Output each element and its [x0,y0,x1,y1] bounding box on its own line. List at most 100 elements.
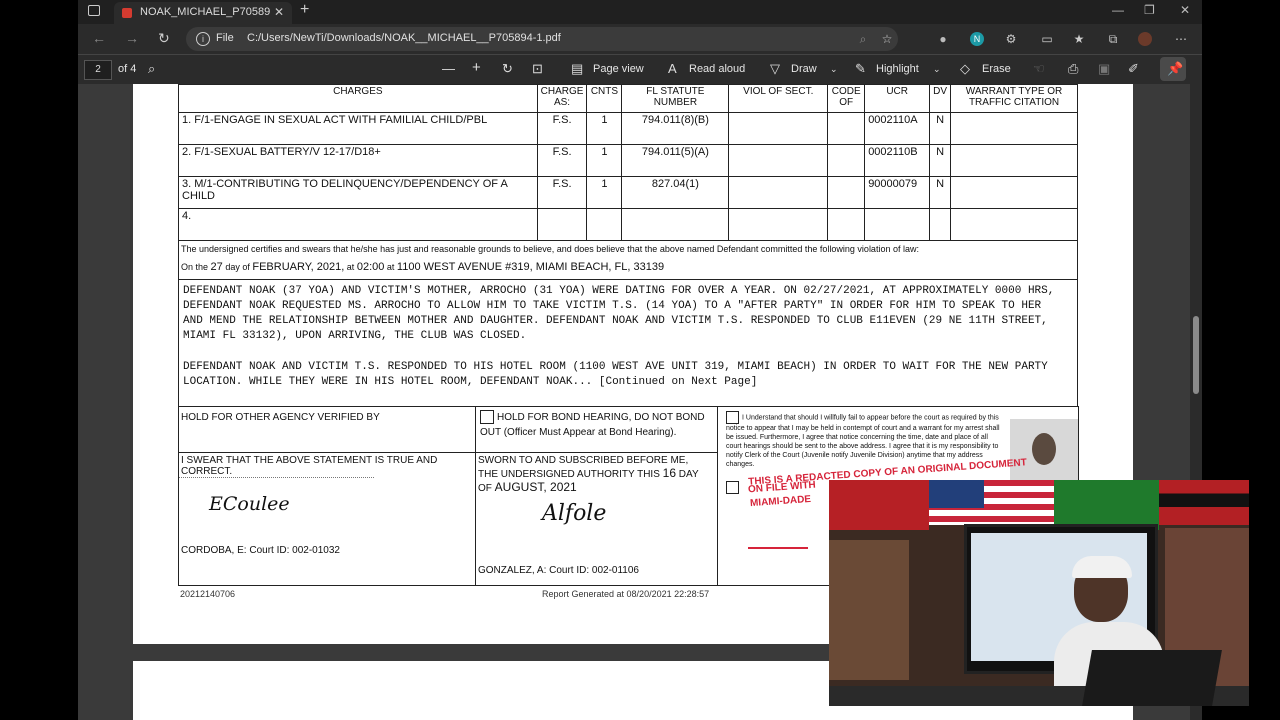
fit-page-icon[interactable]: ⊡ [532,61,543,77]
address-file-label: File [216,32,234,44]
warrant [950,176,1078,209]
viol [728,112,829,145]
table-row: 1. F/1-ENGAGE IN SEXUAL ACT WITH FAMILIA… [178,112,1078,145]
save-as-icon[interactable]: ✐ [1128,61,1139,77]
forward-icon[interactable]: → [125,30,139,46]
tab-title: NOAK_MICHAEL_P705894-1.p [140,6,270,18]
viol [728,144,829,177]
extension-circle-icon[interactable]: ● [936,32,950,46]
notice-checkbox[interactable] [726,411,739,424]
offense-location: 1100 WEST AVENUE #319, MIAMI BEACH, FL, … [396,261,665,273]
notice-checkbox-2[interactable] [726,481,739,494]
moroccan-flag [829,480,929,530]
search-icon[interactable]: ⌕ [148,61,155,77]
erase-button[interactable]: Erase [982,63,1011,75]
hold-agency-box: HOLD FOR OTHER AGENCY VERIFIED BY [178,406,476,453]
counts: 1 [586,144,623,177]
erase-icon[interactable]: ◇ [960,61,970,77]
red-black-flag [1159,480,1249,525]
scrollbar-thumb[interactable] [1193,316,1199,394]
tab-strip: NOAK_MICHAEL_P705894-1.p ✕ + — ❐ ✕ [78,0,1202,24]
warrant [950,208,1078,241]
read-aloud-icon[interactable]: A [668,61,677,76]
collections-icon[interactable]: ⧉ [1106,32,1120,46]
charge-text: 3. M/1-CONTRIBUTING TO DELINQUENCY/DEPEN… [178,176,538,209]
highlight-icon[interactable]: ✎ [855,61,866,77]
extensions-icon[interactable]: ⚙ [1004,32,1018,46]
offense-date-line: On the 27 day of FEBRUARY, 2021, at 02:0… [181,261,664,273]
address-bar[interactable]: i File C:/Users/NewTi/Downloads/NOAK__MI… [186,27,898,51]
profile-avatar[interactable] [1138,32,1152,46]
favorite-add-icon[interactable]: ☆ [880,32,894,46]
officer-sign-box: I SWEAR THAT THE ABOVE STATEMENT IS TRUE… [178,452,476,586]
minimize-button[interactable]: — [1112,3,1124,17]
page-view-icon[interactable]: ▤ [571,61,583,77]
print-icon[interactable]: ⎙ [1068,61,1078,77]
code [827,208,866,241]
dv: N [929,176,952,209]
header-charge-as: CHARGE AS: [536,84,588,113]
code [827,112,866,145]
hold-bond-checkbox[interactable] [480,410,494,425]
header-code: CODE OF [827,84,866,113]
officer-name: CORDOBA, E: Court ID: 002-01032 [181,545,340,556]
table-row: 4. [178,208,1078,241]
on-the-label: On the [181,262,209,272]
extension-n-icon[interactable]: N [970,32,984,46]
officer-signature: ECoulee [209,493,290,515]
draw-button[interactable]: Draw [791,63,817,75]
counts [586,208,623,241]
header-charges: CHARGES [178,84,538,113]
white-cap [1072,556,1132,578]
info-icon[interactable]: i [196,32,210,46]
more-menu-icon[interactable]: ⋯ [1174,32,1188,46]
offense-time: 02:00 [356,261,385,273]
touch-icon[interactable]: ☜ [1033,61,1045,77]
save-icon[interactable]: ▣ [1098,61,1110,77]
pin-icon: 📌 [1167,61,1184,76]
rotate-icon[interactable]: ↻ [502,61,513,77]
zoom-out-button[interactable]: — [442,61,455,76]
zoom-in-button[interactable]: + [472,59,481,76]
warrant [950,144,1078,177]
offense-month-year: FEBRUARY, 2021, [252,261,345,273]
charge-as: F.S. [536,112,588,145]
tab-close-icon[interactable]: ✕ [274,5,284,19]
narrative-paragraph-2: DEFENDANT NOAK AND VICTIM T.S. RESPONDED… [183,361,1048,388]
charge-text: 2. F/1-SEXUAL BATTERY/V 12-17/D18+ [178,144,538,177]
warrant [950,112,1078,145]
header-warrant: WARRANT TYPE OR TRAFFIC CITATION [950,84,1078,113]
tab-actions-icon[interactable] [88,5,100,16]
header-ucr: UCR [864,84,931,113]
page-number-input[interactable]: 2 [84,60,112,80]
defendant-photo [1010,419,1078,489]
counts: 1 [586,112,623,145]
zoom-icon[interactable]: ⌕ [856,32,870,46]
refresh-icon[interactable]: ↻ [158,30,170,47]
pin-toolbar-button[interactable]: 📌 [1160,57,1186,81]
close-window-button[interactable]: ✕ [1180,3,1190,17]
page-view-button[interactable]: Page view [593,63,644,75]
statute [621,208,730,241]
header-viol: VIOL OF SECT. [728,84,829,113]
highlight-button[interactable]: Highlight [876,63,919,75]
maximize-button[interactable]: ❐ [1144,3,1155,17]
address-url[interactable]: C:/Users/NewTi/Downloads/NOAK__MICHAEL__… [247,32,561,44]
hold-agency-label: HOLD FOR OTHER AGENCY VERIFIED BY [181,412,380,423]
back-icon[interactable]: ← [92,30,106,46]
redacted-watermark-3: MIAMI-DADE [749,493,812,510]
draw-icon[interactable]: ▽ [770,61,780,77]
at-label: at [346,262,355,272]
favorites-icon[interactable]: ★ [1072,32,1086,46]
read-aloud-button[interactable]: Read aloud [689,63,745,75]
draw-chevron-icon[interactable]: ⌄ [830,64,838,75]
certification-box: The undersigned certifies and swears tha… [178,241,1078,280]
new-tab-button[interactable]: + [300,1,309,19]
highlight-chevron-icon[interactable]: ⌄ [933,64,941,75]
split-screen-icon[interactable]: ▭ [1040,32,1054,46]
narrative-box: DEFENDANT NOAK (37 YOA) AND VICTIM'S MOT… [178,279,1078,407]
ucr: 0002110A [864,112,931,145]
webcam-overlay [829,480,1249,706]
case-number: 20212140706 [180,589,236,599]
tab-pdf-document[interactable]: NOAK_MICHAEL_P705894-1.p ✕ [114,2,292,24]
